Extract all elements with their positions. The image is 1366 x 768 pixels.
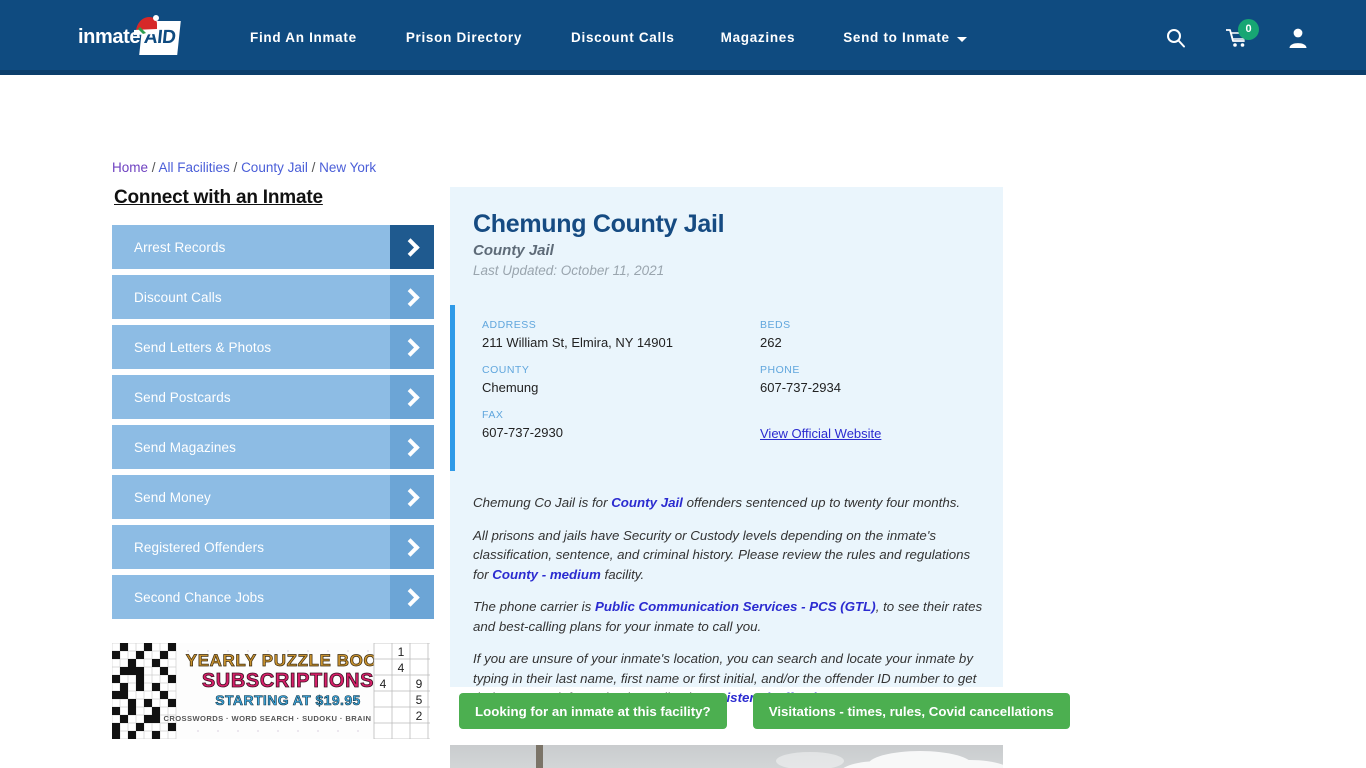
sidebar-item-label: Second Chance Jobs [134, 589, 265, 605]
sidebar-item-label: Discount Calls [134, 289, 222, 305]
detail-phone: PHONE 607-737-2934 [760, 364, 1003, 409]
site-logo[interactable]: inmate AID [78, 15, 186, 55]
chevron-right-icon [390, 225, 434, 269]
sidebar-item-second-chance-jobs[interactable]: Second Chance Jobs [112, 575, 434, 619]
text-run: Chemung Co Jail is for [473, 495, 612, 510]
header-icon-group: 0 [1166, 0, 1308, 75]
last-updated-text: Last Updated: October 11, 2021 [473, 263, 665, 278]
svg-text:1: 1 [398, 645, 405, 659]
svg-text:2: 2 [416, 709, 423, 723]
facility-description: Chemung Co Jail is for County Jail offen… [450, 471, 1003, 708]
sidebar-item-label: Send Postcards [134, 389, 231, 405]
detail-label: FAX [482, 409, 504, 421]
puzzle-book-ad-banner[interactable]: YEARLY PUZZLE BOOK SUBSCRIPTIONS STARTIN… [112, 643, 430, 739]
site-header: inmate AID Find An Inmate Prison Director… [0, 0, 1366, 75]
breadcrumb-separator: / [148, 160, 159, 175]
detail-label: ADDRESS [482, 319, 537, 331]
detail-beds: BEDS 262 [760, 319, 1003, 364]
breadcrumb-item-home[interactable]: Home [112, 160, 148, 175]
detail-label-spacer [760, 409, 1003, 421]
sidebar-item-label: Arrest Records [134, 239, 226, 255]
detail-value: 607-737-2930 [482, 425, 563, 440]
logo-aid-badge: AID [139, 21, 181, 55]
nav-item-magazines[interactable]: Magazines [721, 30, 796, 45]
view-official-website-link[interactable]: View Official Website [760, 426, 881, 441]
facility-details-block: ADDRESS 211 William St, Elmira, NY 14901… [450, 305, 1003, 471]
sidebar-item-discount-calls[interactable]: Discount Calls [112, 275, 434, 319]
sidebar-item-send-magazines[interactable]: Send Magazines [112, 425, 434, 469]
sidebar-item-arrest-records[interactable]: Arrest Records [112, 225, 434, 269]
ad-line-2: SUBSCRIPTIONS [202, 670, 374, 692]
chevron-right-icon [390, 325, 434, 369]
sidebar-item-label: Registered Offenders [134, 539, 265, 555]
breadcrumb-item-new-york[interactable]: New York [319, 160, 376, 175]
sidebar-item-registered-offenders[interactable]: Registered Offenders [112, 525, 434, 569]
cart-count-badge: 0 [1238, 18, 1259, 40]
chevron-right-icon [390, 275, 434, 319]
detail-label: BEDS [760, 319, 791, 331]
facility-building-photo [450, 745, 1003, 768]
sidebar-item-send-money[interactable]: Send Money [112, 475, 434, 519]
nav-item-discount-calls[interactable]: Discount Calls [571, 30, 675, 45]
detail-county: COUNTY Chemung [482, 364, 760, 409]
detail-value: 607-737-2934 [760, 380, 841, 395]
chevron-right-icon [390, 425, 434, 469]
detail-value: Chemung [482, 380, 539, 395]
user-account-icon[interactable] [1288, 27, 1308, 48]
text-run: offenders sentenced up to twenty four mo… [682, 495, 961, 510]
chevron-right-icon [390, 525, 434, 569]
svg-text:4: 4 [398, 661, 405, 675]
ad-line-1: YEARLY PUZZLE BOOK [186, 651, 391, 670]
sidebar-item-send-letters-photos[interactable]: Send Letters & Photos [112, 325, 434, 369]
sidebar-item-label: Send Money [134, 489, 211, 505]
detail-value: 262 [760, 335, 782, 350]
looking-for-inmate-button[interactable]: Looking for an inmate at this facility? [459, 693, 727, 729]
sidebar-title: Connect with an Inmate [114, 187, 323, 208]
breadcrumb-separator: / [229, 160, 242, 175]
chevron-down-icon [956, 37, 967, 42]
description-paragraph-2: All prisons and jails have Security or C… [473, 526, 983, 585]
chevron-right-icon [390, 475, 434, 519]
phone-carrier-link[interactable]: Public Communication Services - PCS (GTL… [595, 599, 876, 614]
facility-type: County Jail [473, 242, 554, 259]
text-run: facility. [600, 566, 645, 582]
description-paragraph-1: Chemung Co Jail is for County Jail offen… [473, 493, 983, 513]
detail-fax: FAX 607-737-2930 [482, 409, 760, 457]
svg-text:4: 4 [380, 677, 387, 691]
main-navigation: Find An Inmate Prison Directory Discount… [250, 0, 967, 75]
breadcrumb-item-all-facilities[interactable]: All Facilities [159, 160, 230, 175]
cta-button-row: Looking for an inmate at this facility? … [459, 693, 1070, 729]
sidebar-item-label: Send Letters & Photos [134, 339, 272, 355]
text-run: The phone carrier is [473, 599, 595, 614]
detail-value: 211 William St, Elmira, NY 14901 [482, 335, 673, 350]
chevron-right-icon [390, 575, 434, 619]
description-paragraph-3: The phone carrier is Public Communicatio… [473, 597, 983, 636]
visitations-button[interactable]: Visitations - times, rules, Covid cancel… [752, 693, 1070, 729]
search-icon[interactable] [1166, 28, 1186, 48]
detail-label: PHONE [760, 364, 800, 376]
nav-item-send-to-inmate[interactable]: Send to Inmate [843, 30, 967, 45]
svg-text:9: 9 [416, 677, 423, 691]
detail-website: View Official Website [760, 409, 1003, 457]
sidebar: Connect with an Inmate Arrest Records Di… [112, 187, 434, 625]
breadcrumb-separator: / [307, 160, 320, 175]
nav-item-prison-directory[interactable]: Prison Directory [406, 30, 522, 45]
svg-text:5: 5 [416, 693, 423, 707]
ad-line-3: STARTING AT $19.95 [215, 692, 360, 708]
chevron-right-icon [390, 375, 434, 419]
shopping-cart-icon[interactable]: 0 [1225, 18, 1259, 48]
facility-info-card: Chemung County Jail County Jail Last Upd… [450, 187, 1003, 705]
county-jail-link[interactable]: County Jail [611, 495, 683, 510]
nav-item-find-an-inmate[interactable]: Find An Inmate [250, 30, 357, 45]
logo-text: inmate AID [78, 21, 181, 55]
sidebar-item-send-postcards[interactable]: Send Postcards [112, 375, 434, 419]
detail-address: ADDRESS 211 William St, Elmira, NY 14901 [482, 319, 760, 364]
breadcrumb: Home / All Facilities / County Jail / Ne… [112, 160, 376, 175]
page-title: Chemung County Jail [473, 210, 725, 238]
sidebar-item-label: Send Magazines [134, 439, 236, 455]
breadcrumb-item-county-jail[interactable]: County Jail [241, 160, 308, 175]
detail-label: COUNTY [482, 364, 530, 376]
county-medium-link[interactable]: County - medium [492, 567, 601, 582]
